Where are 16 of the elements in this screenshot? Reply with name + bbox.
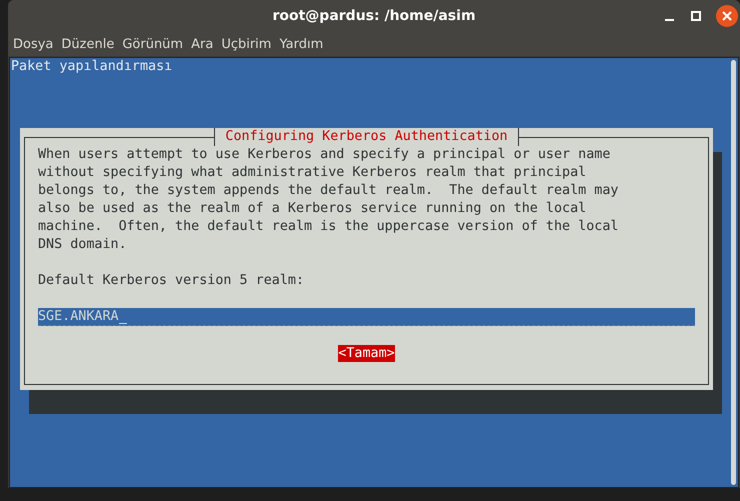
terminal-header: Paket yapılandırması <box>10 58 174 76</box>
scrollbar[interactable] <box>731 60 736 485</box>
menu-item[interactable]: Dosya <box>13 36 54 52</box>
dialog-message: When users attempt to use Kerberos and specify a principal or user name without specifying what administrative Kerberos realm that principal belongs to, the system appends the default realm. The default realm may also be used as the realm of a Kerberos service running on the local machine. Often, the default realm is the uppercase version of the local DNS domain. <box>38 146 620 254</box>
input-field[interactable]: SGE.ANKARA <box>38 308 695 326</box>
menu-item[interactable]: Düzenle <box>61 36 114 52</box>
menu-item[interactable]: Yardım <box>279 36 324 52</box>
maximize-icon[interactable] <box>690 10 702 22</box>
close-icon[interactable] <box>716 5 738 27</box>
menu-item[interactable]: Ara <box>191 36 214 52</box>
ok-button[interactable]: <Tamam> <box>338 345 395 362</box>
menu-item[interactable]: Görünüm <box>122 36 184 52</box>
window-title: root@pardus: /home/asim <box>272 8 476 24</box>
prompt-label: Default Kerberos version 5 realm: <box>38 272 306 290</box>
dialog-title: Configuring Kerberos Authentication <box>214 128 519 146</box>
menu-item[interactable]: Uçbirim <box>221 36 272 52</box>
